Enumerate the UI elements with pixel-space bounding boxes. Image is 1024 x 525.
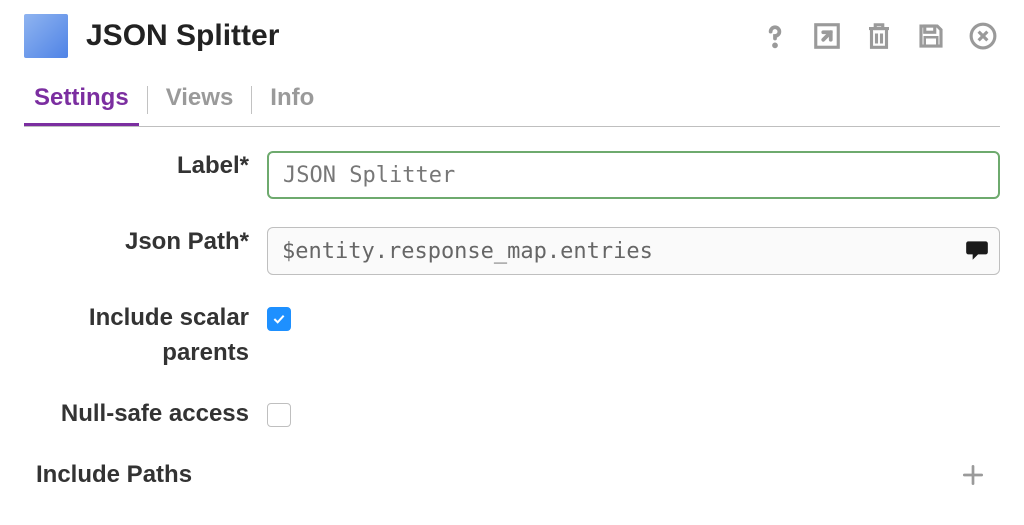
close-circle-icon[interactable]: [966, 19, 1000, 53]
row-include-paths: Include Paths: [24, 458, 1000, 492]
tab-separator: [251, 86, 252, 114]
tab-views[interactable]: Views: [156, 74, 244, 126]
json-path-input[interactable]: [267, 227, 1000, 275]
header-actions: [758, 19, 1000, 53]
include-paths-label: Include Paths: [24, 461, 192, 489]
save-icon[interactable]: [914, 19, 948, 53]
json-path-label: Json Path*: [24, 225, 267, 260]
add-path-button[interactable]: [956, 458, 990, 492]
tab-bar: Settings Views Info: [24, 74, 1000, 127]
label-label: Label*: [24, 149, 267, 184]
null-safe-access-checkbox[interactable]: [267, 403, 291, 427]
tab-settings[interactable]: Settings: [24, 74, 139, 126]
label-input[interactable]: [267, 151, 1000, 199]
include-scalar-parents-field: [267, 301, 1000, 332]
row-label: Label*: [24, 149, 1000, 199]
tab-separator: [147, 86, 148, 114]
null-safe-access-label: Null-safe access: [24, 397, 267, 432]
tab-info[interactable]: Info: [260, 74, 324, 126]
row-json-path: Json Path*: [24, 225, 1000, 275]
settings-form: Label* Json Path* Include scalar parents: [24, 127, 1000, 502]
json-splitter-panel: JSON Splitter: [0, 0, 1024, 502]
popout-icon[interactable]: [810, 19, 844, 53]
null-safe-access-field: [267, 397, 1000, 432]
row-include-scalar-parents: Include scalar parents: [24, 301, 1000, 371]
json-path-field: [267, 225, 1000, 275]
expression-icon[interactable]: [964, 237, 990, 263]
trash-icon[interactable]: [862, 19, 896, 53]
panel-title: JSON Splitter: [86, 19, 279, 53]
header-left: JSON Splitter: [24, 14, 279, 58]
include-scalar-parents-checkbox[interactable]: [267, 307, 291, 331]
component-block-icon: [24, 14, 68, 58]
panel-header: JSON Splitter: [24, 14, 1000, 66]
include-scalar-parents-label: Include scalar parents: [24, 301, 267, 371]
row-null-safe-access: Null-safe access: [24, 397, 1000, 432]
label-field: [267, 149, 1000, 199]
help-icon[interactable]: [758, 19, 792, 53]
